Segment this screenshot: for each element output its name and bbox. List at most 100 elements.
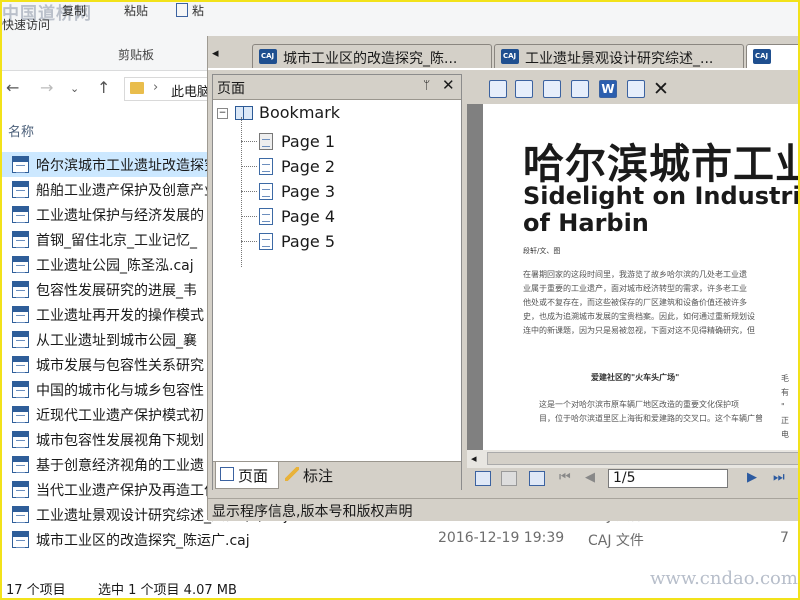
print-icon[interactable] [543,80,561,98]
copy-path-button[interactable]: 复制 [62,2,86,19]
pages-panel-title: 页面 [217,81,245,97]
article-title-en: Sidelight on Industrial He of Harbin [523,183,800,237]
article-body-2: 这是一个对哈尔滨市原车辆厂地区改造的重要文化保护项 目，位于哈尔滨道里区上海街和爱… [539,398,763,426]
two-page-icon[interactable] [501,471,517,486]
file-name: 船舶工业遗产保护及创意产业 [36,183,218,199]
cajviewer-statusbar: 显示程序信息,版本号和版权声明 [208,498,800,521]
title-en-line-2: of Harbin [523,209,649,237]
watermark-bottom: www.cndao.com [650,568,798,589]
article-side-column: 毛有 " 正电 [781,372,789,442]
doc-tab-label: 工业遗址景观设计研究综述_... [525,51,714,67]
close-toolbar-icon[interactable]: ✕ [653,78,669,100]
body-line: 史，也成为追溯城市发展的宝贵档案。因此，如何通过重新规划设 [523,312,755,321]
tree-connector [241,191,257,192]
folder-icon [130,82,144,94]
up-arrow-icon[interactable]: ↑ [97,78,110,97]
page-number-field[interactable]: 1/5 [608,469,728,488]
side-column-line: " [781,402,785,411]
recent-chevron-icon[interactable]: ⌄ [70,82,79,95]
file-name: 工业遗址公园_陈圣泓.caj [36,258,194,274]
caj-file-icon [12,306,29,323]
prev-page-icon[interactable]: ◀ [585,470,595,485]
bookmark-root[interactable]: Bookmark [259,103,340,122]
tab-pages[interactable]: 页面 [215,462,279,489]
caj-file-icon [12,531,29,548]
file-name: 近现代工业遗产保护模式初 [36,408,204,424]
page-area[interactable]: 哈尔滨城市工业遗 Sidelight on Industrial He of H… [467,104,800,450]
file-name: 城市包容性发展视角下规划 [36,433,204,449]
next-page-icon[interactable]: ▶ [747,470,757,485]
pages-panel-header: 页面 ᛘ ✕ [213,75,461,100]
caj-file-icon [12,356,29,373]
clipboard-group-label: 剪贴板 [118,48,155,62]
file-name: 哈尔滨城市工业遗址改造探究 [36,158,218,174]
close-panel-icon[interactable]: ✕ [442,76,455,94]
scroll-left-icon[interactable]: ◂ [471,452,477,465]
caj-file-icon [12,381,29,398]
doc-tab-3-active[interactable] [746,44,800,68]
address-separator-icon: › [153,80,159,95]
side-column-line: 毛 [781,374,789,383]
document-page[interactable]: 哈尔滨城市工业遗 Sidelight on Industrial He of H… [483,104,800,450]
section-title: 爱建社区的"火车头广场" [591,373,680,382]
article-author: 段轩/文、图 [523,247,561,255]
side-column-line: 正 [781,416,789,425]
page-label: Page 2 [281,157,335,176]
forward-arrow-icon[interactable]: → [40,78,53,97]
save-icon[interactable] [489,80,507,98]
caj-file-icon [12,506,29,523]
doc-tab-1[interactable]: 城市工业区的改造探究_陈... [252,44,492,68]
tab-annotations-label: 标注 [303,467,334,485]
word-icon[interactable]: W [599,80,617,98]
scroll-thumb[interactable] [487,452,800,465]
page-label: Page 3 [281,182,335,201]
last-page-icon[interactable]: ⏭ [773,470,785,485]
file-name: 工业遗址再开发的操作模式 [36,308,204,324]
page-label: Page 1 [281,132,335,151]
address-bar[interactable]: › 此电脑 [124,77,216,101]
pin-icon[interactable]: ᛘ [423,78,430,92]
tab-annotations[interactable]: 标注 [281,462,343,488]
snapshot-icon[interactable] [571,80,589,98]
tree-connector [241,241,257,242]
caj-file-icon [12,281,29,298]
copy-icon[interactable] [515,80,533,98]
horizontal-scrollbar[interactable]: ◂ [467,450,800,468]
tree-connector [241,117,242,267]
pages-tab-icon [220,467,234,481]
caj-file-icon [12,456,29,473]
page-icon [259,208,273,225]
page-label: Page 4 [281,207,335,226]
paste-shortcut-button[interactable]: 粘 [176,2,204,19]
quick-access-label[interactable]: 快速访问 [2,16,50,33]
item-count: 17 个项目 [6,583,66,598]
page-icon [259,158,273,175]
file-date: 2016-12-19 19:39 [438,530,565,546]
file-name: 城市工业区的改造探究_陈运广.caj [36,533,250,549]
caj-file-icon [12,331,29,348]
doc-tab-2[interactable]: 工业遗址景观设计研究综述_... [494,44,744,68]
paste-shortcut-label: 粘 [192,4,205,18]
caj-doc-icon [501,49,519,64]
continuous-page-icon[interactable] [529,471,545,486]
first-page-icon[interactable]: ⏮ [559,470,571,485]
file-name: 从工业遗址到城市公园_襄 [36,333,197,349]
tab-scroll-left-icon[interactable]: ◂ [212,46,219,61]
column-header-name[interactable]: 名称 [8,121,34,140]
bookmark-book-icon [235,106,253,120]
back-arrow-icon[interactable]: ← [6,78,19,97]
file-row[interactable]: 城市工业区的改造探究_陈运广.caj 2016-12-19 19:39 CAJ 文件… [0,527,800,552]
text-select-icon[interactable] [627,80,645,98]
collapse-icon[interactable]: − [217,108,228,119]
caj-file-icon [12,256,29,273]
caj-file-icon [12,231,29,248]
file-name: 基于创意经济视角的工业遗 [36,458,204,474]
side-panel-tabs: 页面 标注 [213,461,461,490]
page-label: Page 5 [281,232,335,251]
paste-button[interactable]: 粘贴 [124,2,148,19]
body-line: 业属于重要的工业遗产，面对城市经济转型的需求，许多老工业 [523,284,747,293]
side-column-line: 电 [781,430,789,439]
file-name: 城市发展与包容性关系研究 [36,358,204,374]
side-column-line: 有 [781,388,789,397]
single-page-icon[interactable] [475,471,491,486]
